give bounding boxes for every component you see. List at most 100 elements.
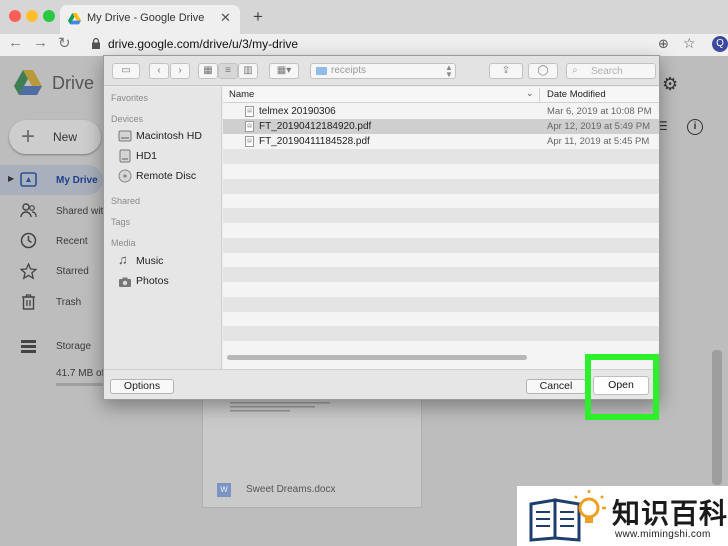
info-icon[interactable]: i [687, 119, 703, 135]
settings-gear-icon[interactable]: ⚙ [662, 74, 678, 95]
column-divider[interactable] [539, 88, 540, 102]
back-nav-icon[interactable]: ‹ [149, 63, 169, 79]
storage-icon [21, 340, 36, 353]
forward-nav-icon[interactable]: › [170, 63, 190, 79]
trash-icon [22, 294, 35, 310]
book-lightbulb-logo-icon [529, 490, 606, 542]
sidebar-media-music[interactable]: Music [136, 255, 163, 267]
empty-row [223, 238, 659, 253]
camera-icon [119, 277, 131, 287]
options-button[interactable]: Options [110, 379, 174, 394]
clock-icon [20, 232, 37, 249]
browser-toolbar: ← → ↻ drive.google.com/drive/u/3/my-driv… [0, 34, 728, 56]
watermark: 知识百科 www.mimingshi.com [517, 486, 728, 546]
lock-icon [92, 38, 100, 49]
forward-icon[interactable]: → [33, 34, 48, 51]
browser-tab[interactable]: My Drive - Google Drive ✕ [60, 5, 240, 34]
close-window-icon[interactable] [9, 10, 21, 22]
sidebar-item-my-drive[interactable]: My Drive [56, 175, 98, 186]
back-icon[interactable]: ← [8, 34, 23, 51]
sidebar-device-remote-disc[interactable]: Remote Disc [136, 170, 196, 182]
document-icon: ▤ [245, 106, 254, 117]
column-view-icon[interactable]: ▥ [238, 63, 258, 79]
pdf-icon: ▤ [245, 136, 254, 147]
bookmark-star-icon[interactable]: ☆ [683, 35, 696, 52]
sidebar-item-shared[interactable]: Shared with [56, 206, 109, 217]
shared-icon [20, 203, 37, 218]
new-tab-button[interactable]: + [253, 7, 263, 27]
sidebar-item-recent[interactable]: Recent [56, 236, 88, 247]
my-drive-icon [20, 172, 37, 187]
list-view-icon[interactable]: ≡ [218, 63, 238, 79]
column-name[interactable]: Name [229, 89, 254, 100]
empty-row [223, 297, 659, 312]
file-row[interactable]: ▤ FT_20190411184528.pdf Apr 11, 2019 at … [223, 134, 659, 149]
file-row-name: FT_20190411184528.pdf [259, 136, 370, 147]
minimize-window-icon[interactable] [26, 10, 38, 22]
file-row-date: Apr 12, 2019 at 5:49 PM [547, 121, 650, 132]
tab-title: My Drive - Google Drive [87, 12, 205, 24]
sidebar-item-trash[interactable]: Trash [56, 297, 81, 308]
drive-brand-text: Drive [52, 73, 95, 93]
sidebar-device-macintosh-hd[interactable]: Macintosh HD [136, 130, 202, 142]
file-row-date: Apr 11, 2019 at 5:45 PM [547, 136, 650, 147]
address-bar[interactable]: drive.google.com/drive/u/3/my-drive [108, 37, 298, 51]
file-row[interactable]: ▤ FT_20190412184920.pdf Apr 12, 2019 at … [223, 119, 659, 134]
expand-arrow-icon[interactable]: ▶ [8, 174, 14, 183]
new-button[interactable]: + New [9, 120, 101, 154]
music-note-icon: ♫ [118, 252, 128, 267]
share-icon[interactable]: ⇪ [489, 63, 523, 79]
icon-view-icon[interactable]: ▦ [198, 63, 218, 79]
file-row-name: FT_20190412184920.pdf [259, 121, 372, 132]
file-row-name: telmex 20190306 [259, 106, 336, 117]
current-folder-label: receipts [331, 65, 367, 76]
column-header: Name ⌄ Date Modified [223, 87, 659, 103]
search-field[interactable]: ⌕ Search [566, 63, 656, 79]
storage-usage-text: 41.7 MB of [56, 368, 105, 379]
zoom-window-icon[interactable] [43, 10, 55, 22]
section-favorites: Favorites [111, 93, 149, 103]
tab-close-icon[interactable]: ✕ [220, 10, 231, 26]
page-scrollbar[interactable] [712, 350, 722, 485]
sidebar-item-storage[interactable]: Storage [56, 341, 91, 352]
tag-icon[interactable]: ◯ [528, 63, 558, 79]
add-icon[interactable]: ⊕ [658, 36, 669, 52]
empty-row [223, 208, 659, 223]
star-icon [20, 263, 37, 280]
disc-icon [118, 169, 132, 183]
sort-chevron-icon[interactable]: ⌄ [526, 88, 534, 99]
sidebar-toggle-icon[interactable]: ▭ [112, 63, 140, 79]
browser-tab-strip: My Drive - Google Drive ✕ + [0, 0, 728, 34]
reload-icon[interactable]: ↻ [58, 34, 71, 52]
section-shared: Shared [111, 196, 141, 206]
sidebar-item-starred[interactable]: Starred [56, 266, 89, 277]
new-button-label: New [53, 130, 78, 144]
sidebar-media-photos[interactable]: Photos [136, 275, 169, 287]
cancel-button[interactable]: Cancel [526, 379, 586, 394]
google-drive-favicon-icon [68, 13, 81, 25]
folder-icon [316, 67, 327, 75]
empty-row [223, 326, 659, 341]
section-tags: Tags [111, 217, 131, 227]
file-open-dialog: ▭ ‹ › ▦ ≡ ▥ ▦▾ receipts ▲ ▼ ⇪ ◯ ⌕ Search … [103, 55, 660, 400]
dialog-sidebar: Favorites Devices Macintosh HD HD1 Remot… [104, 87, 222, 369]
section-devices: Devices [111, 114, 144, 124]
file-row[interactable]: ▤ telmex 20190306 Mar 6, 2019 at 10:08 P… [223, 104, 659, 119]
horizontal-scrollbar[interactable] [227, 355, 527, 360]
file-list: Name ⌄ Date Modified ▤ telmex 20190306 M… [223, 87, 659, 369]
arrange-menu-icon[interactable]: ▦▾ [269, 63, 299, 79]
section-media: Media [111, 238, 136, 248]
file-name[interactable]: Sweet Dreams.docx [246, 484, 335, 495]
external-drive-icon [119, 149, 131, 163]
watermark-url: www.mimingshi.com [615, 529, 711, 540]
empty-row [223, 267, 659, 282]
plus-icon: + [21, 123, 36, 150]
highlight-box [585, 354, 659, 420]
dialog-toolbar: ▭ ‹ › ▦ ≡ ▥ ▦▾ receipts ▲ ▼ ⇪ ◯ ⌕ Search [104, 56, 659, 86]
empty-row [223, 149, 659, 164]
sidebar-device-hd1[interactable]: HD1 [136, 150, 157, 162]
empty-row [223, 179, 659, 194]
profile-avatar[interactable]: Q [712, 36, 728, 52]
path-popup[interactable]: receipts ▲ ▼ [310, 63, 456, 79]
column-date-modified[interactable]: Date Modified [547, 89, 606, 100]
